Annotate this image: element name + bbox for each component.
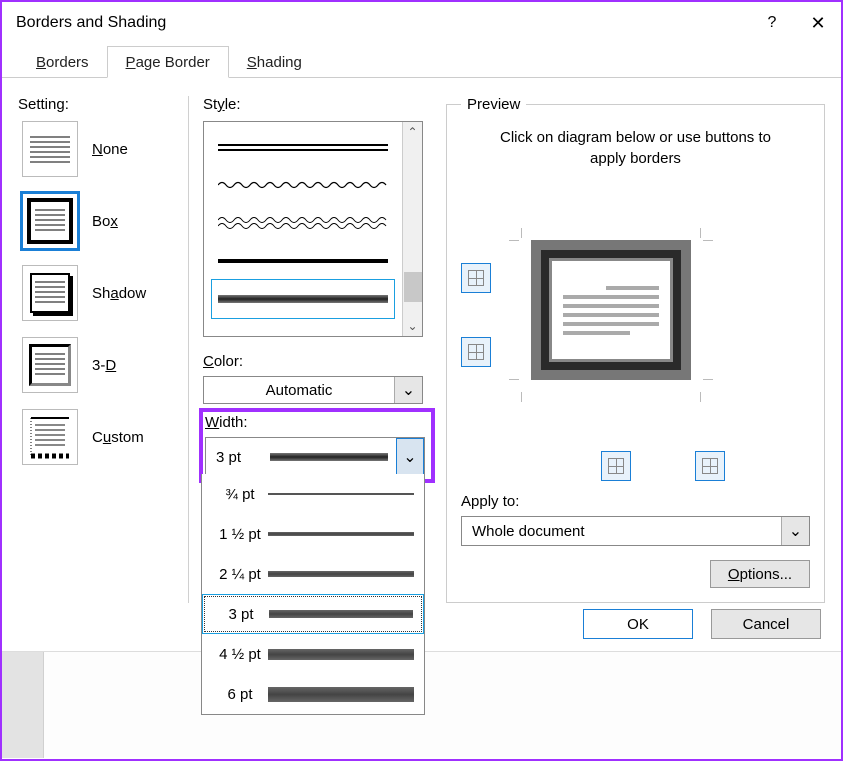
- border-right-button[interactable]: [695, 451, 725, 481]
- tab-borders[interactable]: Borders: [18, 47, 107, 77]
- cancel-button[interactable]: Cancel: [711, 609, 821, 639]
- setting-box[interactable]: Box: [18, 193, 188, 249]
- scroll-down-icon[interactable]: ⌄: [407, 316, 417, 336]
- 3d-icon: [22, 337, 78, 393]
- color-label: Color:: [203, 353, 440, 370]
- setting-3d[interactable]: 3-D: [18, 337, 188, 393]
- border-left-button[interactable]: [601, 451, 631, 481]
- setting-3d-label: 3-D: [92, 357, 116, 374]
- style-item[interactable]: [212, 166, 394, 204]
- preview-legend: Preview: [461, 96, 526, 113]
- border-bottom-button[interactable]: [461, 337, 491, 367]
- setting-box-label: Box: [92, 213, 118, 230]
- setting-custom-label: Custom: [92, 429, 144, 446]
- scroll-up-icon[interactable]: ⌃: [407, 122, 417, 142]
- width-option[interactable]: ¾ pt: [202, 474, 424, 514]
- options-button[interactable]: Options...: [710, 560, 810, 588]
- width-option[interactable]: 4 ½ pt: [202, 634, 424, 674]
- width-option-selected[interactable]: 3 pt: [202, 594, 424, 634]
- style-item[interactable]: [212, 242, 394, 280]
- apply-to-label: Apply to:: [461, 493, 810, 510]
- border-top-button[interactable]: [461, 263, 491, 293]
- style-label: Style:: [203, 96, 440, 113]
- setting-none-label: None: [92, 141, 128, 158]
- chevron-down-icon[interactable]: ⌄: [394, 377, 422, 403]
- preview-diagram[interactable]: [511, 230, 711, 400]
- titlebar: Borders and Shading ? ✕: [2, 2, 841, 44]
- tab-shading[interactable]: Shading: [229, 47, 320, 77]
- none-icon: [22, 121, 78, 177]
- setting-shadow[interactable]: Shadow: [18, 265, 188, 321]
- chevron-down-icon[interactable]: ⌄: [396, 438, 424, 476]
- apply-to-value: Whole document: [472, 523, 781, 540]
- tab-strip: Borders Page Border Shading: [2, 44, 841, 78]
- setting-shadow-label: Shadow: [92, 285, 146, 302]
- setting-custom[interactable]: Custom: [18, 409, 188, 465]
- setting-label: Setting:: [18, 96, 188, 113]
- color-dropdown[interactable]: Automatic ⌄: [203, 376, 423, 404]
- width-dropdown[interactable]: 3 pt ⌄: [205, 437, 425, 477]
- scroll-thumb[interactable]: [404, 272, 422, 302]
- close-button[interactable]: ✕: [795, 2, 841, 44]
- width-option[interactable]: 1 ½ pt: [202, 514, 424, 554]
- setting-none[interactable]: None: [18, 121, 188, 177]
- ok-button[interactable]: OK: [583, 609, 693, 639]
- tab-page-border[interactable]: Page Border: [107, 46, 229, 78]
- style-item[interactable]: [212, 204, 394, 242]
- width-label: Width:: [205, 414, 429, 431]
- dialog-title: Borders and Shading: [16, 14, 166, 32]
- borders-shading-dialog: Borders and Shading ? ✕ Borders Page Bor…: [2, 2, 841, 651]
- help-button[interactable]: ?: [749, 2, 795, 44]
- preview-hint: Click on diagram below or use buttons to…: [481, 127, 790, 169]
- width-value: 3 pt: [216, 449, 270, 466]
- style-item-selected[interactable]: [212, 280, 394, 318]
- width-option[interactable]: 2 ¼ pt: [202, 554, 424, 594]
- style-scrollbar[interactable]: ⌃ ⌄: [402, 122, 422, 336]
- color-value: Automatic: [204, 382, 394, 399]
- chevron-down-icon[interactable]: ⌄: [781, 517, 809, 545]
- preview-group: Preview Click on diagram below or use bu…: [446, 96, 825, 603]
- style-listbox[interactable]: ⌃ ⌄: [203, 121, 423, 337]
- width-dropdown-list: ¾ pt 1 ½ pt 2 ¼ pt 3 pt 4 ½ pt 6 pt: [201, 474, 425, 715]
- box-icon: [22, 193, 78, 249]
- style-item[interactable]: [212, 128, 394, 166]
- custom-icon: [22, 409, 78, 465]
- apply-to-dropdown[interactable]: Whole document ⌄: [461, 516, 810, 546]
- width-option[interactable]: 6 pt: [202, 674, 424, 714]
- shadow-icon: [22, 265, 78, 321]
